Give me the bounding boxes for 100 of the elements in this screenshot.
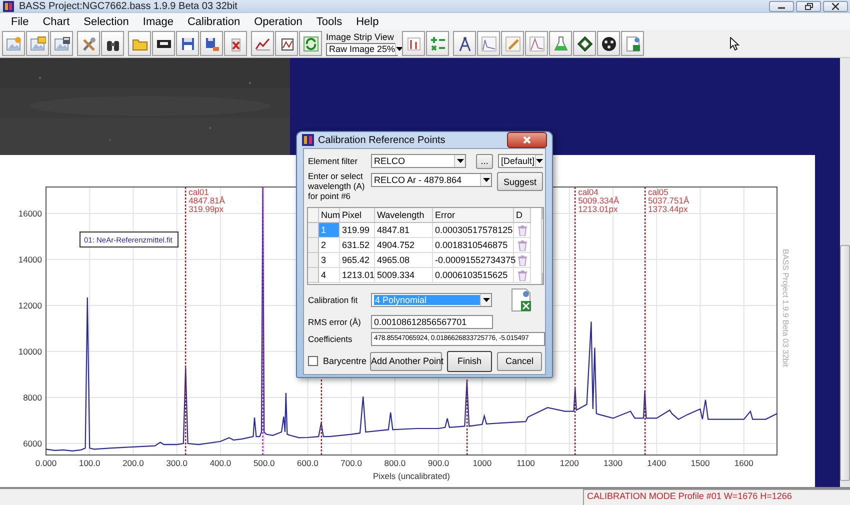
toolbar-button[interactable] [152, 31, 175, 56]
column-header[interactable]: Num [319, 208, 340, 223]
axis-tick-label: 200.0 [122, 458, 144, 468]
field-label: Enter or select wavelength (A) for point #6 [308, 171, 366, 201]
close-icon [832, 2, 839, 10]
axis-tick-label: 1600 [734, 458, 754, 468]
spectrum-icon [480, 36, 496, 52]
calibration-label: cal01 4847.81Å 319.99px [188, 187, 225, 214]
table-cell: 0.0018310546875 [433, 238, 514, 253]
column-header[interactable]: Wavelength [375, 208, 433, 223]
table-cell[interactable]: 2 [319, 238, 340, 253]
menu-item[interactable]: File [4, 16, 36, 28]
pencil-chart-icon [504, 36, 520, 52]
toolbar-button[interactable] [101, 31, 124, 56]
status-text: CALIBRATION MODE Profile #01 W=1676 H=1266 [583, 489, 850, 505]
math-operators-icon [430, 36, 446, 52]
axis-tick-label: 900.0 [428, 458, 450, 468]
rms-error-field[interactable]: 0.00108612856567701 [371, 314, 493, 328]
toolbar-button[interactable] [597, 31, 620, 56]
picture-folder-icon [30, 36, 46, 52]
element-filter-dropdown[interactable]: RELCO [371, 154, 466, 168]
table-cell: 0.00030517578125 [433, 223, 514, 238]
axis-tick-label: 1400 [647, 458, 666, 468]
menu-item[interactable]: Selection [76, 16, 136, 28]
axis-tick-label: 8000 [23, 392, 42, 402]
chart-crop-icon [278, 36, 294, 52]
caret-icon [396, 47, 404, 51]
toolbar-button[interactable] [275, 31, 298, 56]
spectrum-icon [528, 36, 544, 52]
table-cell: 965.42 [340, 253, 375, 268]
table-cell: 319.99 [340, 223, 375, 238]
axis-tick-label: 1000 [472, 458, 492, 468]
field-label: Calibration fit [308, 295, 359, 305]
axis-tick-label: 100.0 [78, 458, 100, 468]
field-label: RMS error (Å) [308, 316, 362, 326]
bar-chart-icon [406, 36, 422, 52]
dialog-close-button[interactable] [507, 132, 547, 148]
scrollbar[interactable] [840, 58, 850, 487]
dialog-button[interactable]: Finish [447, 350, 492, 372]
menu-item[interactable]: Calibration [180, 16, 248, 28]
suggest-button[interactable]: Suggest [497, 172, 543, 191]
axis-tick-label: 1200 [560, 458, 579, 468]
menu-item[interactable]: Tools [309, 16, 350, 28]
preset-dropdown[interactable]: [Default] [498, 154, 543, 168]
trash-icon [518, 270, 526, 280]
axis-tick-label: 1100 [516, 458, 535, 468]
column-header[interactable]: D [514, 208, 531, 223]
axis-tick-label: 10000 [18, 346, 42, 356]
app-icon [302, 134, 314, 146]
calibration-label: cal05 5037.751Å 1373.44px [648, 187, 690, 214]
table-cell[interactable]: 3 [319, 253, 340, 268]
field-label: Element filter [308, 156, 359, 166]
scroll-thumb[interactable] [840, 245, 850, 481]
menu-item[interactable]: Help [349, 16, 386, 28]
column-header[interactable]: Error [433, 208, 514, 223]
trash-icon [518, 224, 526, 236]
field-label: Coefficients [308, 334, 354, 344]
table-cell: 631.52 [340, 238, 375, 253]
table-cell[interactable]: 4 [319, 268, 340, 283]
axis-tick-label: 0.000 [35, 458, 57, 468]
menu-item[interactable]: Image [136, 16, 180, 28]
spreadsheet-icon [624, 36, 640, 52]
dialog-button[interactable]: Cancel [497, 352, 542, 370]
close-button[interactable] [823, 0, 848, 12]
minimize-button[interactable] [769, 0, 794, 12]
caret-icon [482, 298, 490, 302]
axis-tick-label: 800.0 [384, 458, 406, 468]
axis-tick-label: 600.0 [297, 458, 318, 468]
axis-tick-label: 16000 [18, 208, 42, 218]
table-cell: 4904.752 [375, 238, 433, 253]
toolbar-button[interactable] [176, 31, 199, 56]
refresh-icon [302, 36, 318, 52]
app-icon [3, 0, 14, 12]
browse-button[interactable]: ... [476, 154, 493, 168]
spreadsheet-icon [509, 288, 533, 312]
axis-tick-label: 700.0 [340, 458, 362, 468]
dialog-button[interactable]: Add Another Point [370, 352, 442, 370]
column-header[interactable]: Pixel [340, 208, 375, 223]
trash-icon [518, 240, 526, 250]
barycentre-checkbox[interactable] [308, 356, 318, 366]
axis-tick-label: 500.0 [253, 458, 275, 468]
menu-item[interactable]: Chart [36, 16, 77, 28]
caret-icon [456, 159, 464, 163]
toolbar-button[interactable] [50, 31, 73, 56]
compass-icon [456, 36, 472, 52]
table-cell: -0.00091552734375 [433, 253, 514, 268]
axis-title: Pixels (uncalibrated) [373, 471, 450, 481]
flask-icon [552, 36, 568, 52]
checkbox-label: Barycentre [323, 356, 365, 366]
axis-tick-label: 300.0 [166, 458, 188, 468]
menu-item[interactable]: Operation [247, 16, 310, 28]
watermark-text: BASS Project 1.9.9 Beta 03 32bit [781, 249, 790, 367]
toolbar-button[interactable] [200, 31, 223, 56]
toolbar-button[interactable] [573, 31, 596, 56]
table-cell: 1213.01 [340, 268, 375, 283]
toolbar-button[interactable] [251, 31, 274, 56]
restore-button[interactable] [796, 0, 821, 12]
wavelength-dropdown[interactable]: RELCO Ar - 4879.864 [371, 173, 492, 187]
close-icon [523, 136, 531, 144]
toolbar-button[interactable] [453, 31, 476, 56]
